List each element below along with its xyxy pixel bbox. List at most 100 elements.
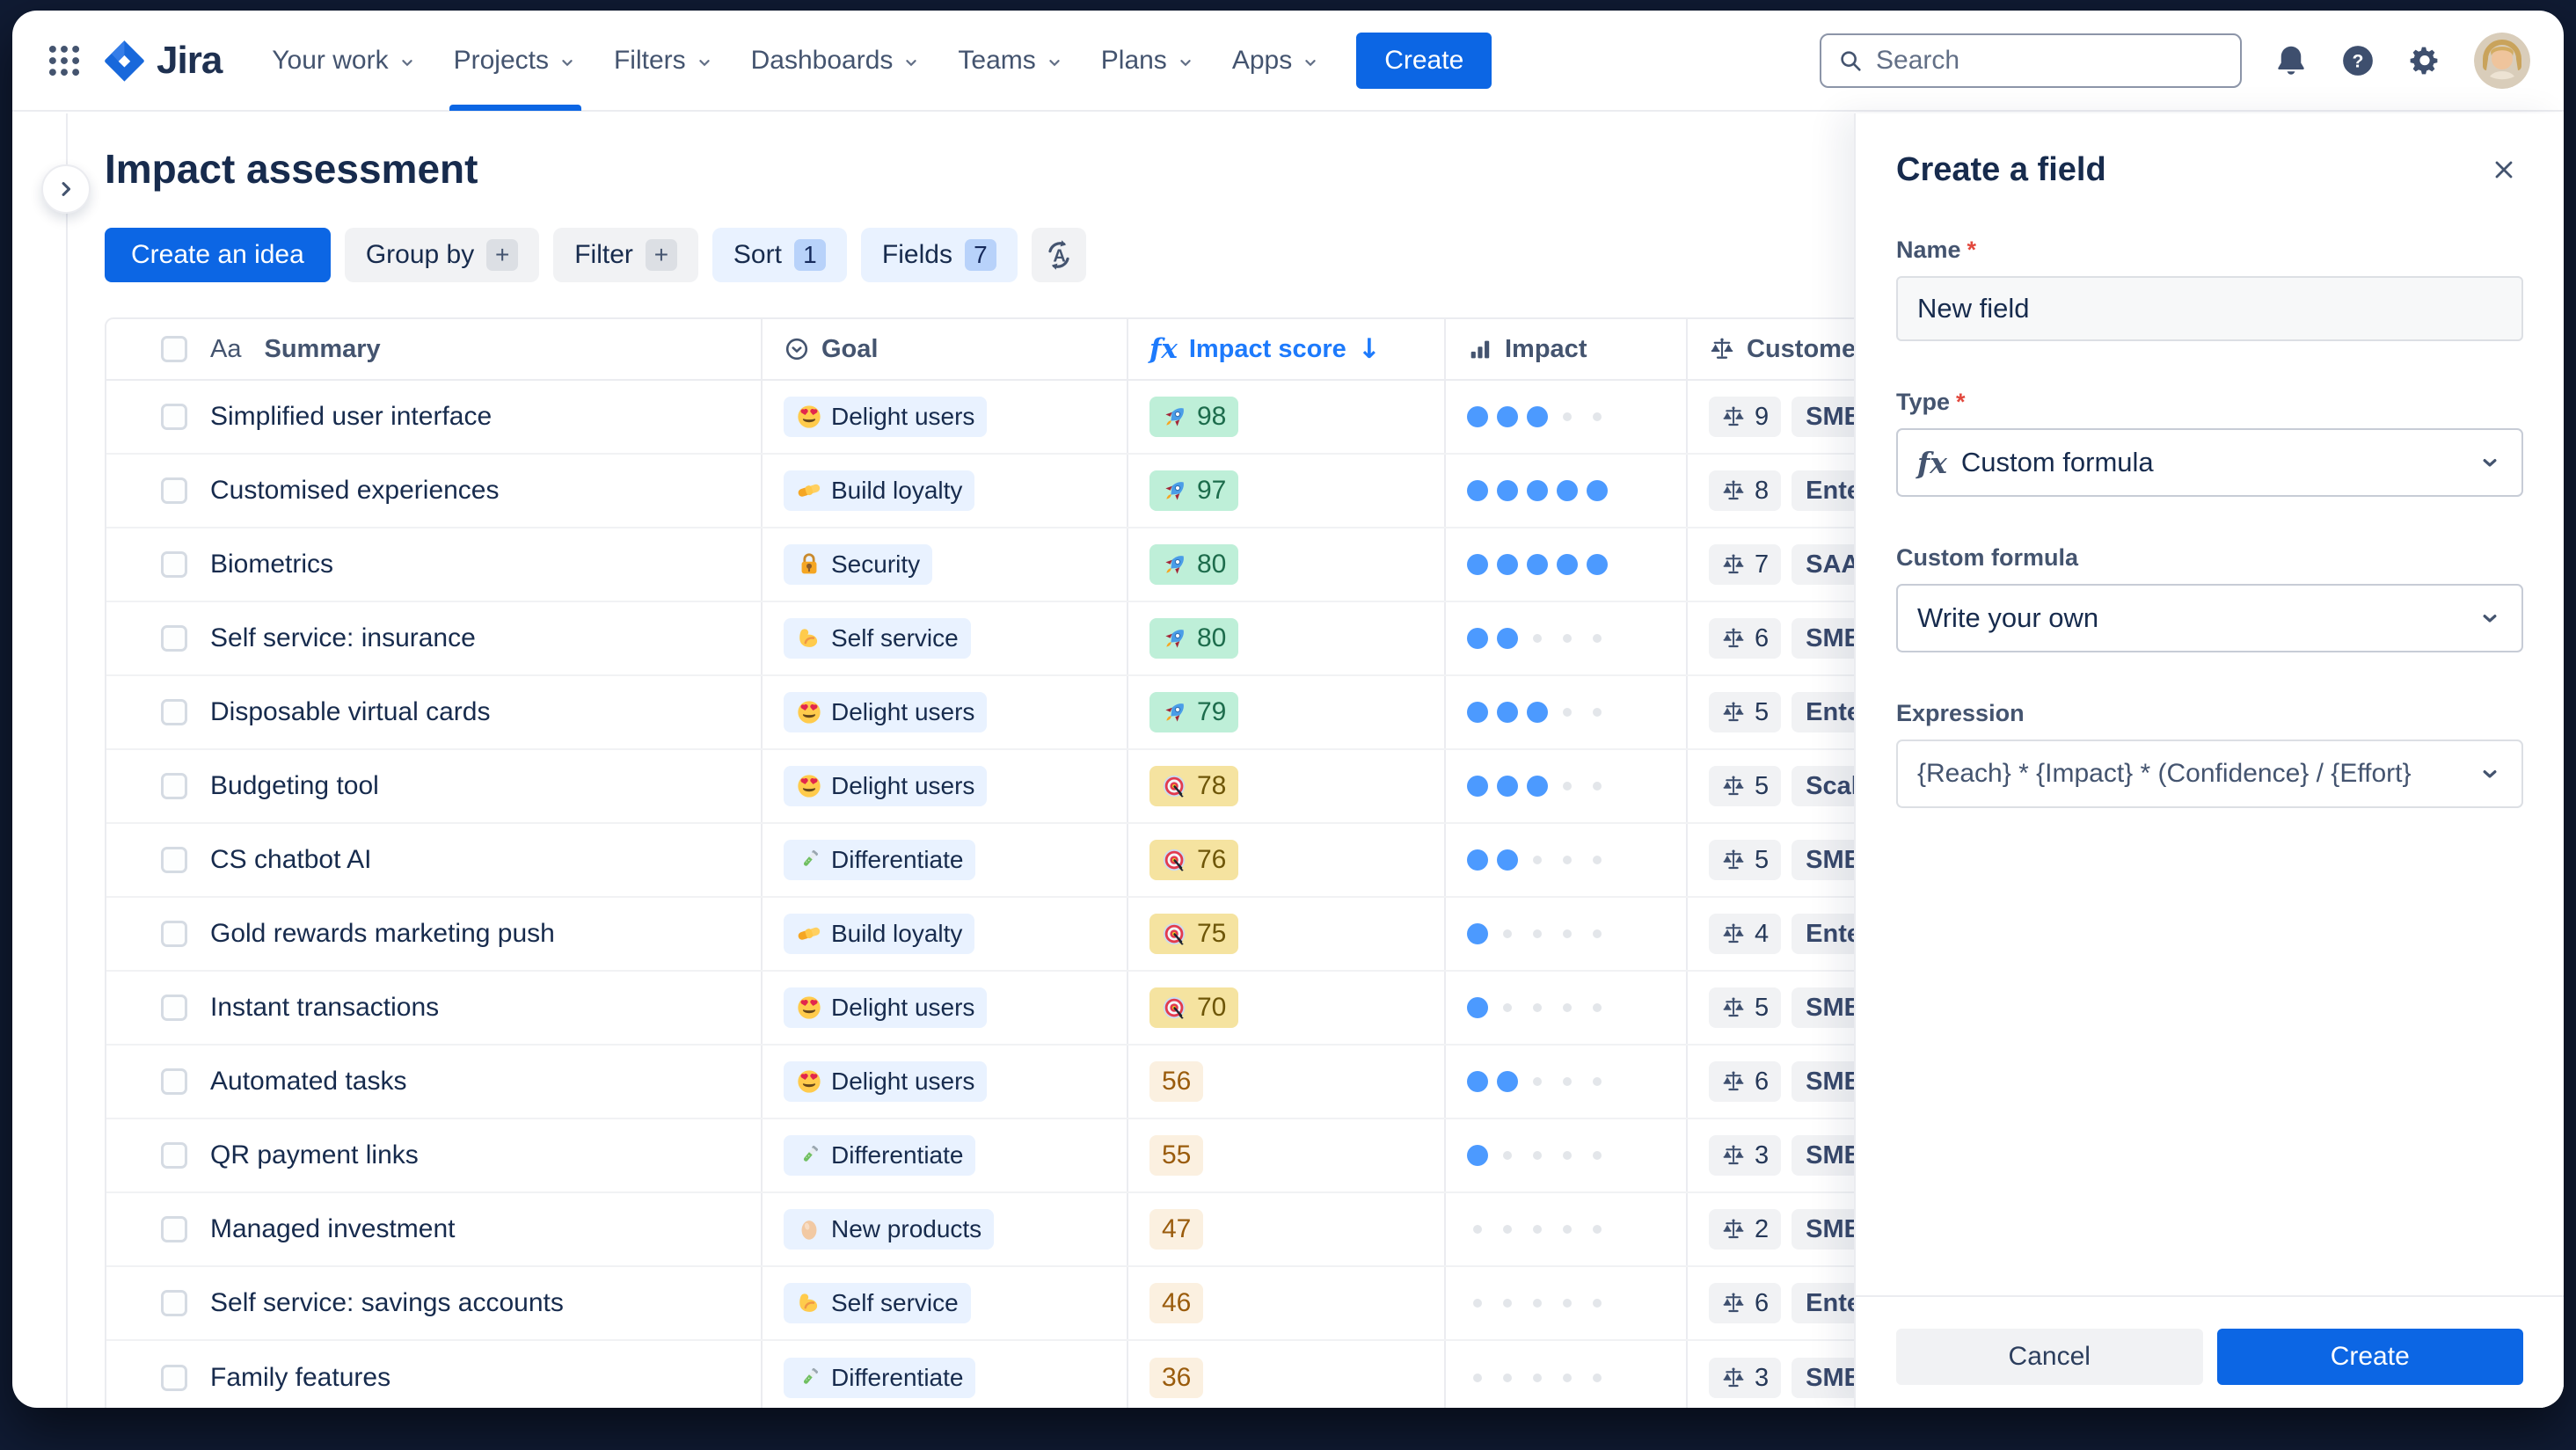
app-switcher-icon[interactable]	[46, 42, 83, 79]
row-checkbox[interactable]	[161, 1068, 187, 1095]
global-create-button[interactable]: Create	[1356, 32, 1492, 89]
scale-icon	[1721, 1366, 1746, 1390]
global-search[interactable]	[1820, 33, 2242, 88]
impact-rating[interactable]	[1467, 702, 1608, 723]
goal-emoji	[796, 625, 822, 652]
row-checkbox[interactable]	[161, 1142, 187, 1169]
row-checkbox[interactable]	[161, 847, 187, 873]
filter-button[interactable]: Filter +	[553, 228, 698, 282]
impact-dot	[1587, 554, 1608, 575]
user-avatar[interactable]	[2474, 32, 2530, 89]
cancel-button[interactable]: Cancel	[1896, 1329, 2203, 1385]
impact-rating[interactable]	[1467, 1367, 1608, 1388]
create-idea-button[interactable]: Create an idea	[105, 228, 331, 282]
score-emoji	[1162, 404, 1188, 430]
impact-rating[interactable]	[1467, 1219, 1608, 1240]
idea-summary: Simplified user interface	[210, 402, 493, 431]
row-checkbox[interactable]	[161, 1365, 187, 1391]
nav-item-dashboards[interactable]: Dashboards	[733, 11, 940, 111]
idea-summary: Managed investment	[210, 1214, 456, 1243]
impact-rating[interactable]	[1467, 849, 1608, 871]
auto-format-button[interactable]: A	[1031, 228, 1086, 282]
row-checkbox[interactable]	[161, 625, 187, 652]
nav-item-filters[interactable]: Filters	[595, 11, 733, 111]
search-input[interactable]	[1876, 45, 2224, 76]
fields-button[interactable]: Fields 7	[860, 228, 1018, 282]
settings-gear-icon[interactable]	[2407, 43, 2442, 78]
row-checkbox[interactable]	[161, 995, 187, 1021]
impact-dot	[1497, 923, 1518, 944]
row-checkbox[interactable]	[161, 477, 187, 504]
create-field-button[interactable]: Create	[2216, 1329, 2523, 1385]
impact-score-chip: 80	[1149, 544, 1239, 585]
impact-rating[interactable]	[1467, 1145, 1608, 1166]
notifications-bell-icon[interactable]	[2273, 43, 2309, 78]
impact-dot	[1587, 628, 1608, 649]
row-checkbox[interactable]	[161, 404, 187, 430]
jira-logo[interactable]: Jira	[104, 39, 223, 83]
row-checkbox[interactable]	[161, 1216, 187, 1242]
row-checkbox[interactable]	[161, 551, 187, 578]
expand-sidebar-button[interactable]	[41, 164, 91, 214]
impact-rating[interactable]	[1467, 1293, 1608, 1314]
goal-chip: Delight users	[784, 692, 988, 732]
impact-dot	[1557, 480, 1578, 501]
search-icon	[1841, 50, 1861, 71]
nav-item-apps[interactable]: Apps	[1214, 11, 1339, 111]
impact-score-chip: 75	[1149, 914, 1239, 954]
scale-icon	[1721, 552, 1746, 577]
impact-rating[interactable]	[1467, 1071, 1608, 1092]
score-emoji	[1162, 477, 1188, 504]
scale-icon	[1721, 922, 1746, 946]
nav-item-plans[interactable]: Plans	[1083, 11, 1214, 111]
impact-rating[interactable]	[1467, 406, 1608, 427]
impact-dot	[1467, 1219, 1488, 1240]
impact-rating[interactable]	[1467, 997, 1608, 1018]
row-checkbox[interactable]	[161, 699, 187, 725]
impact-rating[interactable]	[1467, 923, 1608, 944]
expression-select[interactable]: {Reach} * {Impact} * (Confidence} / {Eff…	[1896, 740, 2523, 808]
chevron-down-icon	[401, 59, 412, 66]
impact-rating[interactable]	[1467, 480, 1608, 501]
select-all-checkbox[interactable]	[161, 336, 187, 362]
impact-dot	[1467, 923, 1488, 944]
goal-chip: Self service	[784, 1283, 971, 1323]
impact-score-chip: 46	[1149, 1283, 1204, 1323]
sort-button[interactable]: Sort 1	[712, 228, 847, 282]
impact-dot	[1497, 776, 1518, 797]
row-checkbox[interactable]	[161, 773, 187, 799]
impact-dot	[1497, 554, 1518, 575]
impact-dot	[1557, 1367, 1578, 1388]
impact-score-chip: 47	[1149, 1209, 1204, 1250]
customer-count-chip: 5	[1709, 766, 1782, 806]
group-by-button[interactable]: Group by +	[344, 228, 540, 282]
score-emoji	[1162, 995, 1188, 1021]
field-name-input[interactable]	[1896, 276, 2523, 341]
close-icon[interactable]	[2485, 150, 2523, 189]
nav-item-your-work[interactable]: Your work	[253, 11, 434, 111]
expression-label: Expression	[1896, 700, 2025, 726]
row-checkbox[interactable]	[161, 1290, 187, 1316]
impact-dot	[1467, 628, 1488, 649]
impact-score-chip: 56	[1149, 1061, 1204, 1102]
column-header-impact-score[interactable]: fx Impact score ↓	[1127, 319, 1444, 379]
custom-formula-select[interactable]: Write your own	[1896, 584, 2523, 652]
column-header-summary[interactable]: Aa Summary	[106, 319, 761, 379]
impact-score-chip: 80	[1149, 618, 1239, 659]
impact-rating[interactable]	[1467, 554, 1608, 575]
nav-item-projects[interactable]: Projects	[435, 11, 595, 111]
column-header-impact[interactable]: Impact	[1444, 319, 1686, 379]
impact-dot	[1587, 1071, 1608, 1092]
field-type-select[interactable]: fx Custom formula	[1896, 428, 2523, 497]
help-icon[interactable]: ?	[2340, 43, 2375, 78]
nav-item-teams[interactable]: Teams	[939, 11, 1082, 111]
impact-dot	[1557, 1293, 1578, 1314]
row-checkbox[interactable]	[161, 921, 187, 947]
impact-dot	[1557, 923, 1578, 944]
create-field-panel: Create a field Name* Type* fx Custom for…	[1854, 113, 2564, 1408]
goal-emoji	[796, 404, 822, 430]
impact-rating[interactable]	[1467, 776, 1608, 797]
column-header-goal[interactable]: Goal	[761, 319, 1127, 379]
type-label: Type *	[1896, 389, 1966, 415]
impact-rating[interactable]	[1467, 628, 1608, 649]
